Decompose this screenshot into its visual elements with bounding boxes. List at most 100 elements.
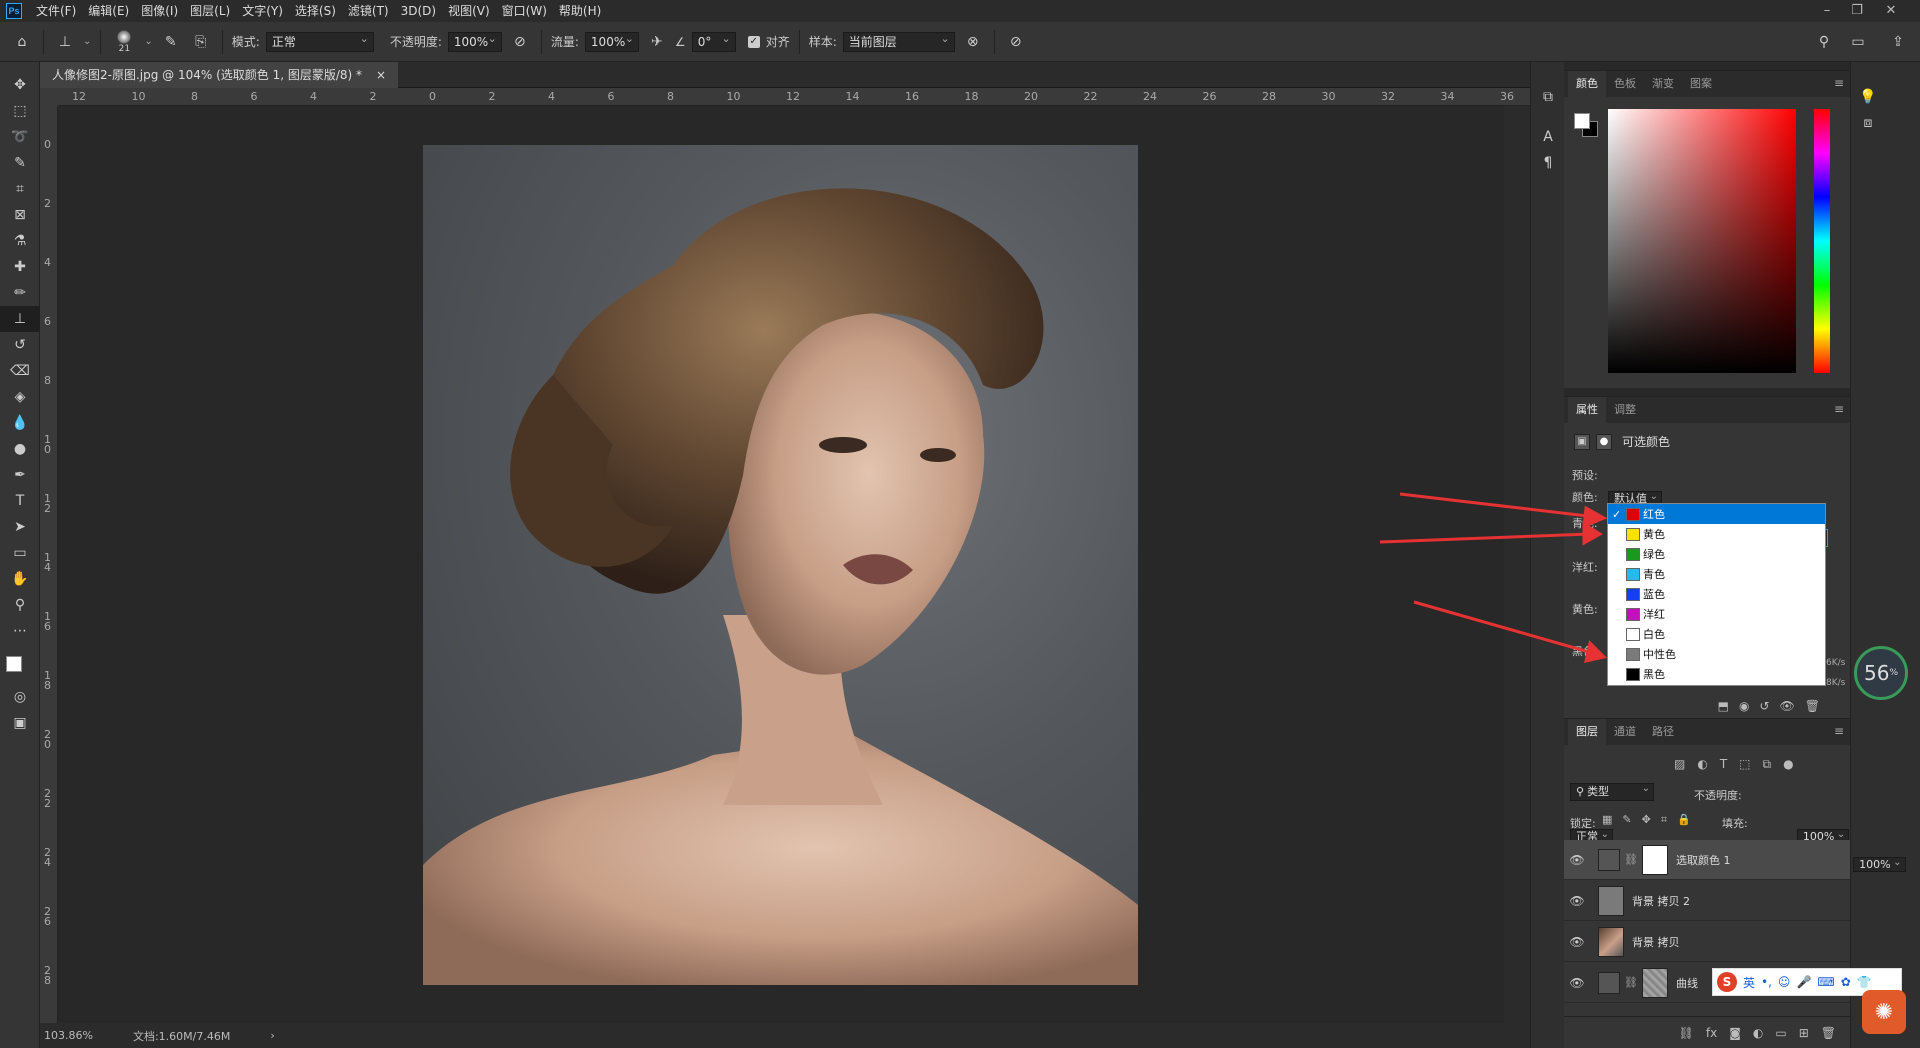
brush-size-picker[interactable]: 21 — [110, 29, 138, 54]
panel-menu-icon[interactable]: ≡ — [1834, 402, 1844, 416]
tab-patterns[interactable]: 图案 — [1682, 71, 1720, 97]
color-swatches[interactable] — [0, 644, 39, 684]
menu-layer[interactable]: 图层(L) — [184, 0, 236, 22]
layer-row[interactable]: 👁 背景 拷贝 — [1564, 922, 1850, 962]
foreground-color[interactable] — [6, 656, 22, 672]
layer-mask-thumbnail[interactable] — [1641, 967, 1668, 998]
screen-mode-icon[interactable]: ▣ — [0, 710, 40, 736]
tab-layers[interactable]: 图层 — [1568, 719, 1606, 745]
crop-tool-icon[interactable]: ⌗ — [0, 176, 40, 202]
paragraph-panel-icon[interactable]: ¶ — [1531, 150, 1565, 176]
tab-channels[interactable]: 通道 — [1606, 719, 1644, 745]
visibility-icon[interactable]: 👁 — [1780, 699, 1795, 713]
brush-settings-icon[interactable]: ✎ — [159, 30, 183, 54]
mask-icon[interactable]: ● — [1596, 433, 1612, 450]
color-option-item[interactable]: 蓝色 — [1608, 584, 1825, 604]
quick-mask-icon[interactable]: ◎ — [0, 684, 40, 710]
fx-icon[interactable]: fx — [1706, 1026, 1717, 1040]
layer-name[interactable]: 背景 拷贝 — [1632, 934, 1680, 950]
rectangle-tool-icon[interactable]: ▭ — [0, 540, 40, 566]
pixel-filter-icon[interactable]: ▨ — [1674, 757, 1685, 772]
layer-row[interactable]: 👁 ⛓ 选取颜色 1 — [1564, 840, 1850, 880]
mode-select[interactable]: 正常 — [265, 30, 374, 52]
history-panel-icon[interactable]: ⧉ — [1531, 84, 1565, 110]
panel-menu-icon[interactable]: ≡ — [1834, 76, 1844, 90]
tab-properties[interactable]: 属性 — [1568, 397, 1606, 423]
emoji-icon[interactable]: ☺ — [1778, 975, 1791, 989]
pen-tool-icon[interactable]: ✒ — [0, 462, 40, 488]
toolbox-icon[interactable]: ✿ — [1841, 975, 1851, 989]
path-select-icon[interactable]: ➤ — [0, 514, 40, 540]
lasso-tool-icon[interactable]: ➰ — [0, 124, 40, 150]
layer-row[interactable]: 👁 背景 拷贝 2 — [1564, 881, 1850, 921]
ime-language[interactable]: 英 — [1743, 974, 1755, 991]
marquee-tool-icon[interactable]: ⬚ — [0, 98, 40, 124]
clone-stamp-tool-icon[interactable]: ⊥ — [0, 306, 40, 332]
link-icon[interactable]: ⛓ — [1624, 853, 1638, 866]
flow-field[interactable]: 100% — [584, 30, 639, 52]
tab-gradients[interactable]: 渐变 — [1644, 71, 1682, 97]
shape-filter-icon[interactable]: ⬚ — [1739, 757, 1750, 772]
vertical-ruler[interactable]: 0 2 4 6 8 1 0 1 2 1 4 1 6 1 8 2 0 2 2 2 4 2 6 2 8 — [40, 106, 58, 1023]
color-option-item[interactable]: 绿色 — [1608, 544, 1825, 564]
filter-toggle-icon[interactable]: ● — [1783, 757, 1793, 772]
menu-help[interactable]: 帮助(H) — [553, 0, 607, 22]
share-icon[interactable]: ⇪ — [1886, 30, 1910, 54]
menu-filter[interactable]: 滤镜(T) — [342, 0, 395, 22]
delete-layer-icon[interactable]: 🗑 — [1821, 1026, 1836, 1040]
brush-tool-icon[interactable]: ✏ — [0, 280, 40, 306]
clip-to-layer-icon[interactable]: ⬒ — [1718, 699, 1729, 713]
align-checkbox[interactable]: ✓ — [747, 35, 760, 48]
search-icon[interactable]: ⚲ — [1812, 30, 1836, 54]
close-tab-icon[interactable]: × — [376, 62, 386, 88]
portrait-photo[interactable] — [423, 145, 1138, 985]
assistant-icon[interactable]: ✺ — [1862, 990, 1906, 1034]
link-icon[interactable]: ⛓ — [1624, 976, 1638, 989]
view-previous-icon[interactable]: ◉ — [1739, 699, 1749, 713]
opacity-field[interactable]: 100% — [447, 30, 502, 52]
angle-field[interactable]: 0° — [691, 30, 736, 52]
menu-file[interactable]: 文件(F) — [30, 0, 82, 22]
clone-source-icon[interactable]: ⎘ — [189, 30, 213, 54]
link-layers-icon[interactable]: ⛓ — [1679, 1026, 1694, 1040]
adjustment-filter-icon[interactable]: ◐ — [1697, 757, 1707, 772]
hand-tool-icon[interactable]: ✋ — [0, 566, 40, 592]
sogou-logo-icon[interactable]: S — [1717, 972, 1737, 992]
airbrush-icon[interactable]: ✈ — [645, 30, 669, 54]
status-arrow[interactable]: › — [270, 1029, 274, 1042]
new-group-icon[interactable]: ▭ — [1775, 1026, 1786, 1040]
clone-stamp-preset-icon[interactable]: ⊥ — [53, 30, 77, 54]
menu-3d[interactable]: 3D(D) — [395, 0, 442, 22]
zoom-level[interactable]: 103.86% — [44, 1029, 93, 1042]
visibility-eye-icon[interactable]: 👁 — [1564, 853, 1590, 867]
quick-select-tool-icon[interactable]: ✎ — [0, 150, 40, 176]
color-option-item[interactable]: 黄色 — [1608, 524, 1825, 544]
chevron-down-icon[interactable]: ⌄ — [83, 36, 91, 47]
fg-color-chip[interactable] — [1574, 113, 1590, 129]
paint-bucket-icon[interactable]: ◈ — [0, 384, 40, 410]
eraser-tool-icon[interactable]: ⌫ — [0, 358, 40, 384]
color-option-item[interactable]: 白色 — [1608, 624, 1825, 644]
dodge-tool-icon[interactable]: ● — [0, 436, 40, 462]
hue-slider[interactable] — [1814, 109, 1830, 373]
zoom-tool-icon[interactable]: ⚲ — [0, 592, 40, 618]
history-brush-icon[interactable]: ↺ — [0, 332, 40, 358]
tab-adjustments[interactable]: 调整 — [1606, 397, 1644, 423]
adjustment-icon[interactable]: ▣ — [1574, 433, 1590, 450]
layer-name[interactable]: 曲线 — [1676, 975, 1698, 991]
lock-transparency-icon[interactable]: ▦ — [1602, 813, 1612, 827]
close-window-icon[interactable]: ✕ — [1876, 0, 1906, 22]
panel-menu-icon[interactable]: ≡ — [1834, 724, 1844, 738]
libraries-icon[interactable]: ⧈ — [1851, 110, 1885, 136]
menu-window[interactable]: 窗口(W) — [496, 0, 553, 22]
restore-icon[interactable]: ❐ — [1842, 0, 1872, 22]
pressure-size-icon[interactable]: ⊘ — [1004, 30, 1028, 54]
menu-view[interactable]: 视图(V) — [442, 0, 496, 22]
smart-object-filter-icon[interactable]: ⧉ — [1763, 757, 1772, 772]
type-tool-icon[interactable]: T — [0, 488, 40, 514]
visibility-eye-icon[interactable]: 👁 — [1564, 935, 1590, 949]
add-mask-icon[interactable]: ◙ — [1729, 1026, 1741, 1040]
blur-tool-icon[interactable]: 💧 — [0, 410, 40, 436]
tab-paths[interactable]: 路径 — [1644, 719, 1682, 745]
lock-pixels-icon[interactable]: ✎ — [1622, 813, 1631, 827]
